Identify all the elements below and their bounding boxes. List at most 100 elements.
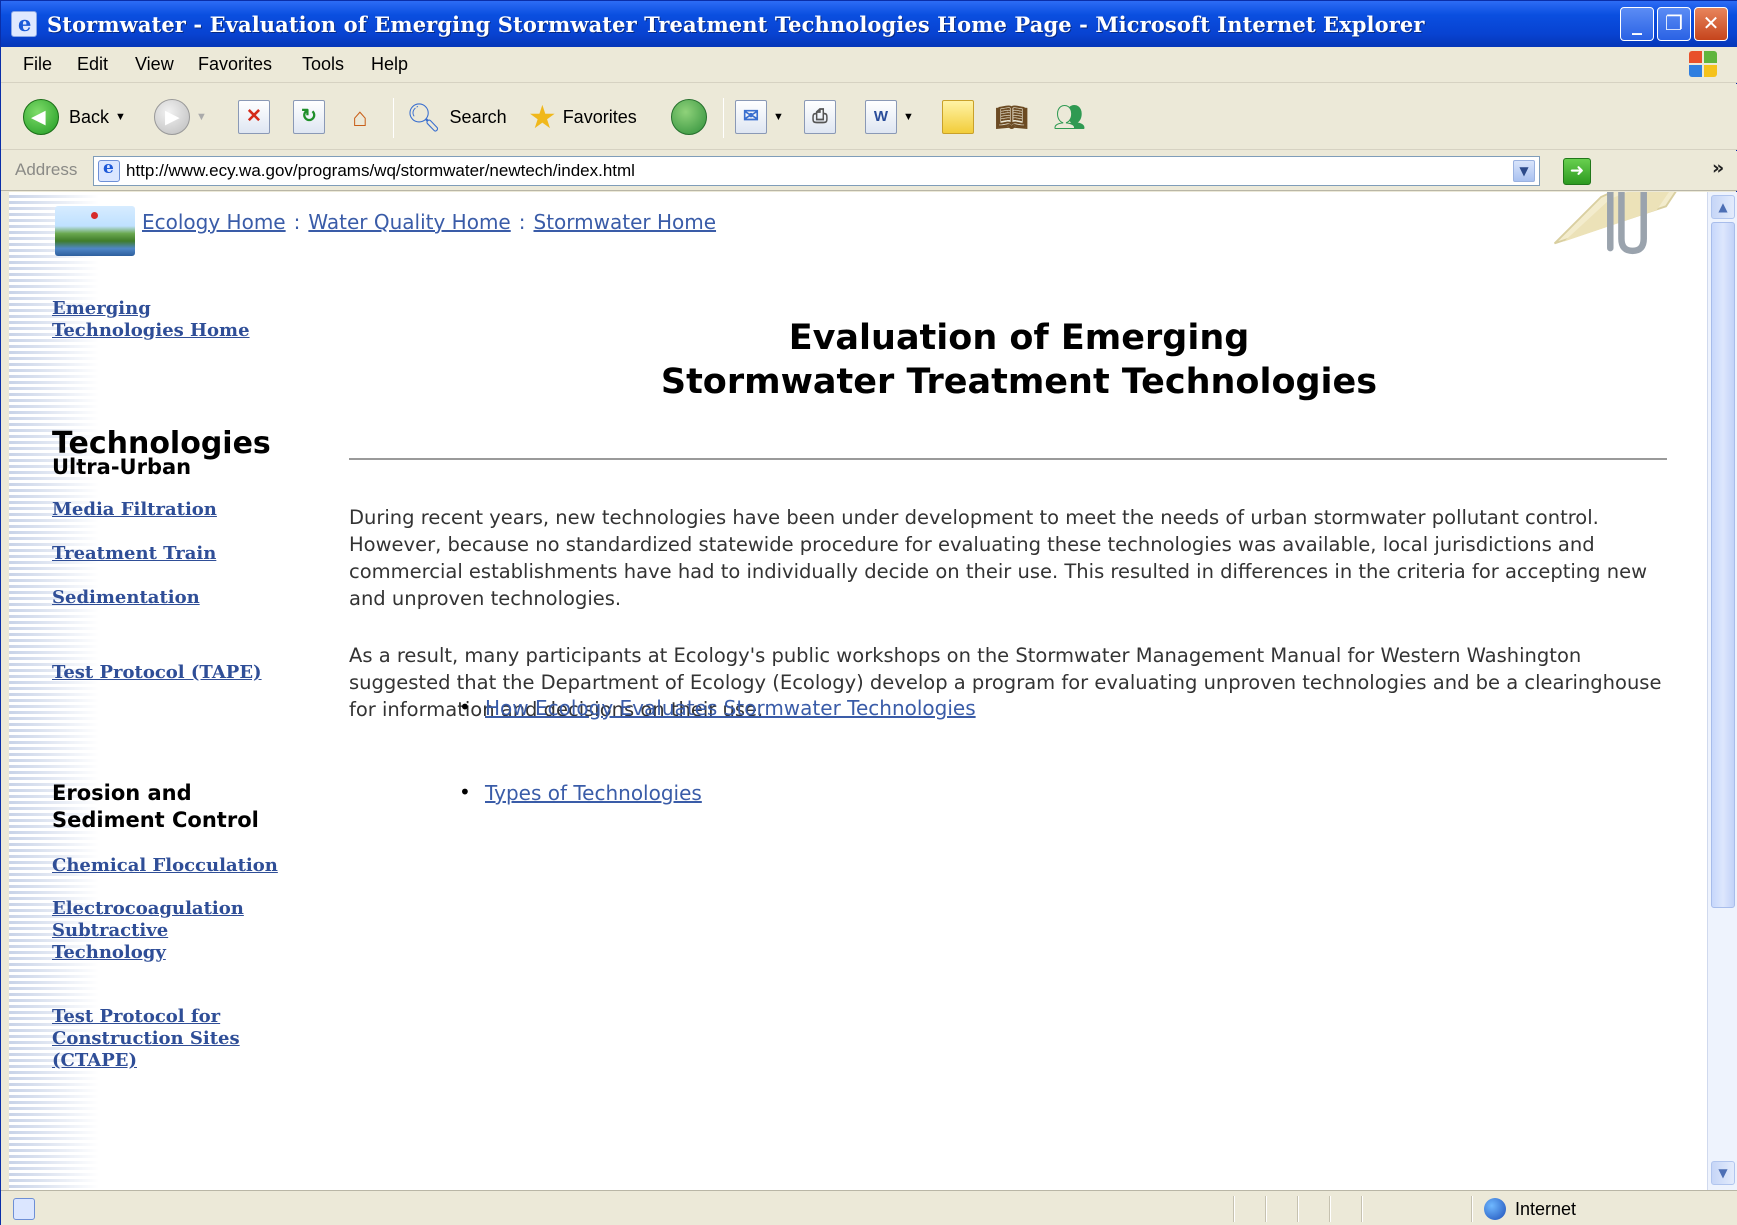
scroll-down-icon[interactable]: ▼ xyxy=(1711,1161,1735,1185)
nav-link-line: Technologies Home xyxy=(52,320,250,341)
bullet-icon: • xyxy=(459,780,471,804)
refresh-button[interactable]: ↻ xyxy=(293,96,325,138)
page-icon xyxy=(98,158,120,182)
breadcrumb-separator: : xyxy=(518,210,526,234)
link-types-of-technologies[interactable]: Types of Technologies xyxy=(485,781,702,805)
breadcrumb-ecology-home[interactable]: Ecology Home xyxy=(142,210,286,234)
menu-favorites[interactable]: Favorites xyxy=(198,54,272,75)
status-separator xyxy=(1471,1196,1473,1222)
messenger-button[interactable]: 👥︎ xyxy=(1053,96,1086,138)
restore-button[interactable]: ❐ xyxy=(1657,7,1691,41)
nav-sedimentation[interactable]: Sedimentation xyxy=(52,587,200,609)
forward-dropdown-icon[interactable]: ▼ xyxy=(196,111,207,123)
back-label: Back xyxy=(69,106,110,127)
ecology-logo[interactable] xyxy=(55,206,135,256)
toolbar-separator xyxy=(723,98,724,138)
erosion-heading-line: Sediment Control xyxy=(52,808,259,832)
menu-view[interactable]: View xyxy=(135,54,174,75)
back-button[interactable]: Back ▼ xyxy=(23,96,126,138)
back-dropdown-icon[interactable]: ▼ xyxy=(115,111,126,123)
toolbar-overflow-chevron-icon[interactable]: » xyxy=(1712,157,1724,179)
page-title: Evaluation of Emerging Stormwater Treatm… xyxy=(349,316,1689,404)
page-content: Ecology Home: Water Quality Home: Stormwat… xyxy=(9,192,1707,1190)
status-separator xyxy=(1265,1196,1267,1222)
nav-test-protocol-tape[interactable]: Test Protocol (TAPE) xyxy=(52,662,262,684)
intro-paragraph: During recent years, new technologies ha… xyxy=(349,506,1648,610)
home-icon: ⌂ xyxy=(352,102,368,132)
minimize-button[interactable]: _ xyxy=(1620,7,1654,41)
close-button[interactable]: ✕ xyxy=(1694,7,1728,41)
nav-emerging-technologies-home[interactable]: Emerging Technologies Home xyxy=(52,298,250,342)
nav-treatment-train[interactable]: Treatment Train xyxy=(52,543,216,565)
back-arrow-icon xyxy=(23,99,59,135)
forward-button[interactable]: ▼ xyxy=(154,96,207,138)
security-zone-label: Internet xyxy=(1515,1199,1577,1219)
address-dropdown-icon[interactable]: ▼ xyxy=(1513,160,1535,182)
breadcrumb: Ecology Home: Water Quality Home: Stormwat… xyxy=(142,210,716,234)
discuss-button[interactable] xyxy=(942,96,974,138)
history-icon xyxy=(671,99,707,135)
nav-link-line: Emerging xyxy=(52,298,151,319)
search-icon: 🔍︎ xyxy=(406,101,442,133)
link-how-ecology-evaluates[interactable]: How Ecology Evaluates Stormwater Technol… xyxy=(485,696,976,720)
nav-electrocoagulation[interactable]: Electrocoagulation Subtractive Technolog… xyxy=(52,898,244,964)
edit-word-button[interactable]: W ▼ xyxy=(865,96,914,138)
stop-button[interactable]: ✕ xyxy=(238,96,270,138)
office-assistant-paperclip-icon[interactable] xyxy=(1539,192,1707,262)
mail-icon: ✉ xyxy=(735,100,767,134)
erosion-heading: Erosion and Sediment Control xyxy=(52,780,259,834)
edit-dropdown-icon[interactable]: ▼ xyxy=(903,111,914,123)
breadcrumb-separator: : xyxy=(293,210,301,234)
status-separator xyxy=(1329,1196,1331,1222)
menu-edit[interactable]: Edit xyxy=(77,54,108,75)
ie-window: Stormwater - Evaluation of Emerging Stor… xyxy=(0,0,1737,1225)
scroll-up-icon[interactable]: ▲ xyxy=(1711,195,1735,219)
word-icon: W xyxy=(865,100,897,134)
research-button[interactable]: 📖︎ xyxy=(994,96,1029,138)
erosion-heading-line: Erosion and xyxy=(52,781,192,805)
internet-zone-globe-icon xyxy=(1484,1198,1506,1220)
address-input[interactable]: http://www.ecy.wa.gov/programs/wq/stormw… xyxy=(93,156,1540,186)
nav-link-line: (CTAPE) xyxy=(52,1050,137,1071)
history-button[interactable] xyxy=(671,96,707,138)
nav-chemical-flocculation[interactable]: Chemical Flocculation xyxy=(52,855,278,877)
search-button[interactable]: 🔍︎ Search xyxy=(406,96,507,138)
menu-file[interactable]: File xyxy=(23,54,52,75)
print-button[interactable]: ⎙ xyxy=(804,96,836,138)
horizontal-rule xyxy=(349,458,1667,460)
mail-button[interactable]: ✉ ▼ xyxy=(735,96,784,138)
nav-media-filtration[interactable]: Media Filtration xyxy=(52,499,217,521)
nav-test-protocol-ctape[interactable]: Test Protocol for Construction Sites (CT… xyxy=(52,1006,240,1072)
scroll-thumb[interactable] xyxy=(1711,222,1735,908)
nav-link-line: Construction Sites xyxy=(52,1028,240,1049)
menu-help[interactable]: Help xyxy=(371,54,408,75)
breadcrumb-water-quality-home[interactable]: Water Quality Home xyxy=(308,210,510,234)
address-bar: Address http://www.ecy.wa.gov/programs/w… xyxy=(1,151,1737,191)
refresh-icon: ↻ xyxy=(293,100,325,134)
menu-bar: File Edit View Favorites Tools Help xyxy=(1,47,1737,83)
breadcrumb-stormwater-home[interactable]: Stormwater Home xyxy=(534,210,717,234)
messenger-icon: 👥︎ xyxy=(1053,101,1087,132)
nav-link-line: Subtractive xyxy=(52,920,169,941)
search-label: Search xyxy=(449,106,507,127)
vertical-scrollbar[interactable]: ▲ ▼ xyxy=(1707,192,1737,1190)
favorites-star-icon: ★ xyxy=(528,99,557,135)
discuss-icon xyxy=(942,100,974,134)
menu-tools[interactable]: Tools xyxy=(302,54,344,75)
ie-app-icon[interactable] xyxy=(11,11,37,37)
favorites-button[interactable]: ★ Favorites xyxy=(528,96,637,138)
go-button[interactable]: ➜ xyxy=(1563,158,1591,185)
research-book-icon: 📖︎ xyxy=(995,102,1029,132)
home-button[interactable]: ⌂ xyxy=(344,96,376,138)
favorites-label: Favorites xyxy=(562,106,637,127)
nav-link-line: Test Protocol for xyxy=(52,1006,221,1027)
bullet-icon: • xyxy=(459,695,471,719)
mail-dropdown-icon[interactable]: ▼ xyxy=(773,111,784,123)
page-status-icon xyxy=(13,1198,35,1220)
address-url: http://www.ecy.wa.gov/programs/wq/stormw… xyxy=(126,161,635,180)
status-separator xyxy=(1361,1196,1363,1222)
nav-link-line: Technology xyxy=(52,942,166,963)
ultra-urban-heading: Ultra-Urban xyxy=(52,455,192,479)
window-title: Stormwater - Evaluation of Emerging Stor… xyxy=(47,11,1425,37)
windows-logo-icon xyxy=(1689,51,1719,79)
